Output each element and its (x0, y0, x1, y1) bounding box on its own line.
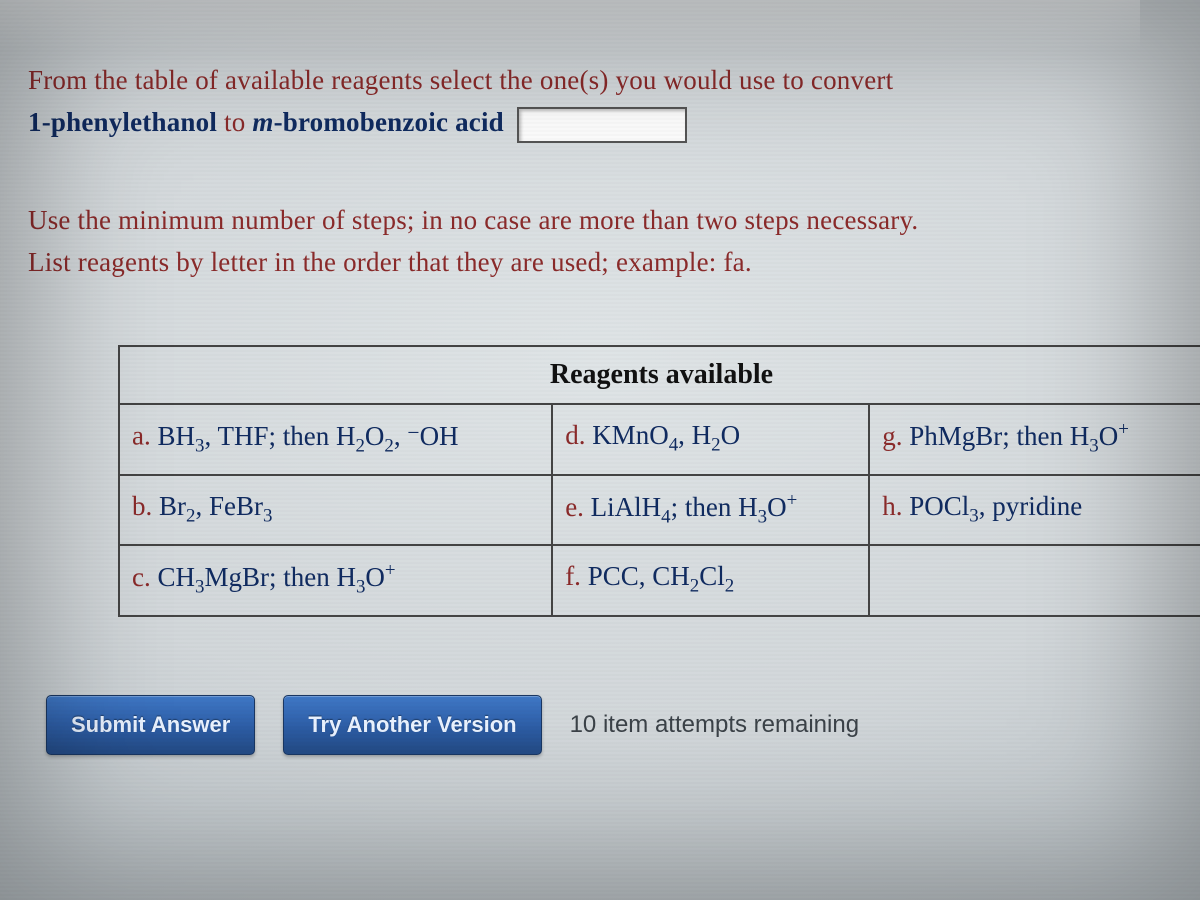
reagent-chem: LiAlH4; then H3O+ (591, 492, 798, 522)
reagent-cell-a: a. BH3, THF; then H2O2, −OH (119, 404, 552, 474)
reagent-letter: d. (565, 420, 585, 450)
reagent-cell-g: g. PhMgBr; then H3O+ (869, 404, 1200, 474)
reagent-cell-d: d. KMnO4, H2O (552, 404, 869, 474)
compound-to-prefix: m (252, 107, 273, 137)
attempts-remaining: 10 item attempts remaining (570, 711, 859, 739)
reagent-chem: PCC, CH2Cl2 (588, 561, 734, 591)
reagent-letter: c. (132, 562, 151, 592)
reagent-cell-c: c. CH3MgBr; then H3O+ (119, 545, 552, 615)
reagent-chem: CH3MgBr; then H3O+ (157, 562, 395, 592)
reagents-table: Reagents available a. BH3, THF; then H2O… (118, 345, 1200, 616)
compound-to-suffix: -bromobenzoic acid (274, 107, 504, 137)
reagent-cell-e: e. LiAlH4; then H3O+ (552, 475, 869, 545)
reagents-table-header: Reagents available (119, 346, 1200, 404)
reagent-cell-empty (869, 545, 1200, 615)
reagent-letter: g. (882, 421, 902, 451)
reagent-letter: h. (882, 491, 902, 521)
reagent-chem: KMnO4, H2O (592, 420, 740, 450)
question-prompt: From the table of available reagents sel… (28, 60, 1172, 144)
answer-input[interactable] (517, 107, 687, 143)
instructions-line2: List reagents by letter in the order tha… (28, 247, 752, 277)
reagent-cell-b: b. Br2, FeBr3 (119, 475, 552, 545)
submit-button[interactable]: Submit Answer (46, 695, 255, 755)
question-screen: From the table of available reagents sel… (0, 0, 1200, 900)
table-row: a. BH3, THF; then H2O2, −OH d. KMnO4, H2… (119, 404, 1200, 474)
reagent-chem: POCl3, pyridine (909, 491, 1082, 521)
table-row: b. Br2, FeBr3 e. LiAlH4; then H3O+ h. PO… (119, 475, 1200, 545)
reagent-letter: b. (132, 491, 152, 521)
reagent-chem: PhMgBr; then H3O+ (909, 421, 1129, 451)
reagent-letter: e. (565, 492, 584, 522)
table-row: c. CH3MgBr; then H3O+ f. PCC, CH2Cl2 (119, 545, 1200, 615)
reagent-chem: BH3, THF; then H2O2, −OH (157, 421, 458, 451)
reagent-cell-f: f. PCC, CH2Cl2 (552, 545, 869, 615)
prompt-lead: From the table of available reagents sel… (28, 65, 893, 95)
compound-from: 1-phenylethanol (28, 107, 217, 137)
try-another-button[interactable]: Try Another Version (283, 695, 541, 755)
prompt-joiner: to (217, 107, 252, 137)
reagent-letter: f. (565, 561, 581, 591)
controls-bar: Submit Answer Try Another Version 10 ite… (46, 695, 1172, 755)
reagent-letter: a. (132, 421, 151, 451)
reagent-chem: Br2, FeBr3 (159, 491, 272, 521)
instructions-block: Use the minimum number of steps; in no c… (28, 200, 1172, 284)
compound-to: m-bromobenzoic acid (252, 107, 504, 137)
instructions-line1: Use the minimum number of steps; in no c… (28, 205, 918, 235)
reagent-cell-h: h. POCl3, pyridine (869, 475, 1200, 545)
